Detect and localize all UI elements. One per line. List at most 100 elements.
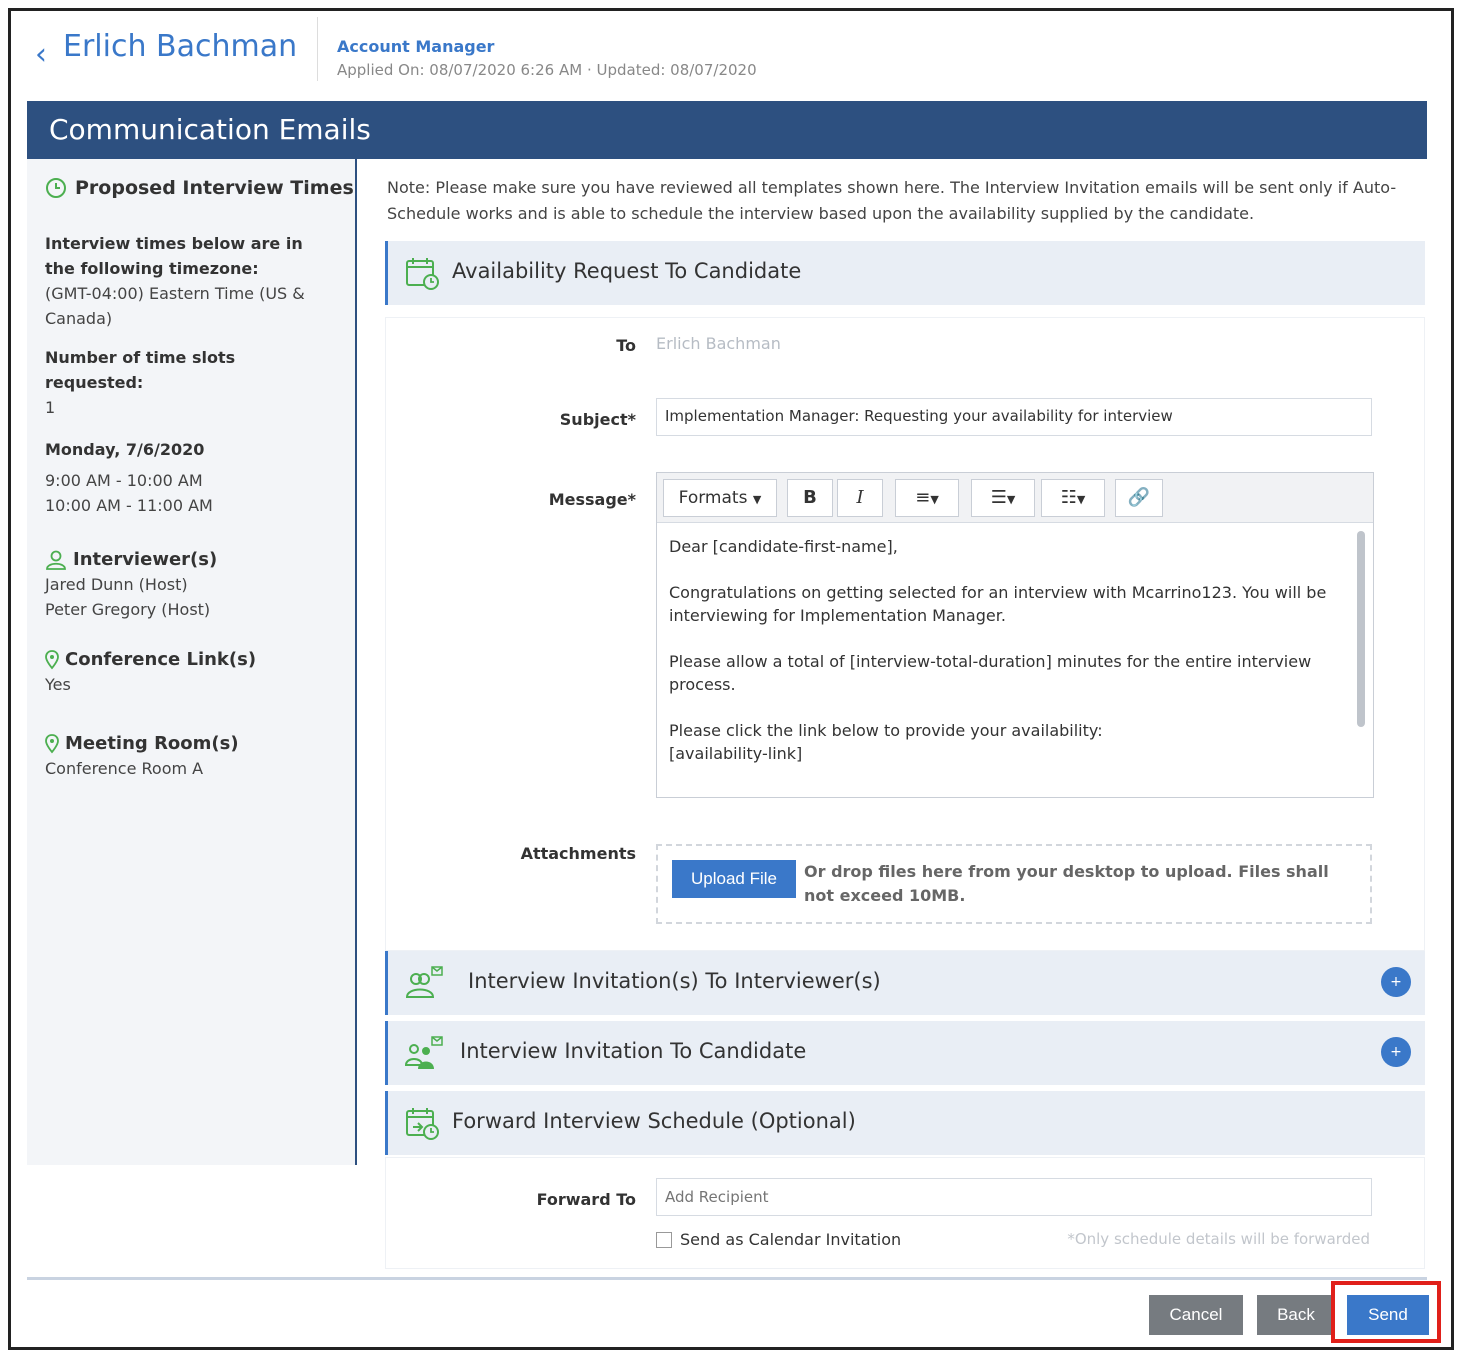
message-paragraph: Please click the link below to provide y…: [669, 721, 1103, 763]
section-title: Forward Interview Schedule (Optional): [452, 1109, 856, 1133]
editor-toolbar: Formats ▼ B I ≡▼ ☰▼ ☷▼ 🔗: [657, 473, 1373, 523]
meeting-room-value: Conference Room A: [45, 759, 204, 778]
timezone-label: Interview times below are in the followi…: [45, 234, 303, 278]
meeting-room-label: Meeting Room(s): [65, 733, 239, 754]
template-note: Note: Please make sure you have reviewed…: [387, 178, 1397, 223]
slots-label: Number of time slots requested:: [45, 348, 236, 392]
to-recipient: Erlich Bachman: [656, 334, 781, 353]
dot-separator: ·: [586, 61, 597, 79]
subject-input[interactable]: Implementation Manager: Requesting your …: [656, 398, 1372, 436]
forward-note: *Only schedule details will be forwarded: [1067, 1230, 1370, 1248]
interviewer-name: Jared Dunn (Host): [45, 575, 188, 594]
calendar-clock-icon: [406, 258, 439, 290]
italic-icon[interactable]: I: [837, 479, 883, 517]
bullet-list-icon[interactable]: ☰▼: [971, 479, 1035, 517]
group-mail-icon: [405, 966, 443, 998]
availability-email-form: To Erlich Bachman Subject* Implementatio…: [385, 317, 1425, 951]
header-divider: [317, 17, 318, 81]
subject-label: Subject*: [386, 410, 636, 429]
conference-label: Conference Link(s): [65, 649, 257, 670]
footer-divider: [27, 1277, 1427, 1280]
time-slot-list: 9:00 AM - 10:00 AM 10:00 AM - 11:00 AM: [45, 468, 335, 518]
location-pin-icon: [45, 733, 59, 753]
expand-plus-icon[interactable]: +: [1381, 967, 1411, 997]
slots-block: Number of time slots requested: 1: [45, 345, 335, 420]
message-paragraph: Please allow a total of [interview-total…: [669, 652, 1312, 694]
section-interviewer-invitation[interactable]: Interview Invitation(s) To Interviewer(s…: [385, 951, 1425, 1015]
interviewers-heading: Interviewer(s): [45, 547, 335, 572]
calendar-invite-checkbox[interactable]: [656, 1231, 672, 1248]
forward-recipient-input[interactable]: [656, 1178, 1372, 1216]
conference-heading: Conference Link(s): [45, 647, 335, 672]
slots-value: 1: [45, 398, 56, 417]
time-slot: 10:00 AM - 11:00 AM: [45, 496, 213, 515]
calendar-forward-icon: [406, 1108, 439, 1140]
section-candidate-invitation[interactable]: Interview Invitation To Candidate +: [385, 1021, 1425, 1085]
message-editor: Formats ▼ B I ≡▼ ☰▼ ☷▼ 🔗 Dear [candidate…: [656, 472, 1374, 798]
applied-on: Applied On: 08/07/2020 6:26 AM: [337, 61, 583, 79]
message-body[interactable]: Dear [candidate-first-name], Congratulat…: [669, 535, 1329, 793]
interviewers-label: Interviewer(s): [73, 549, 218, 570]
page-banner: Communication Emails: [27, 101, 1427, 159]
cancel-button[interactable]: Cancel: [1149, 1295, 1243, 1335]
interviewer-name: Peter Gregory (Host): [45, 600, 211, 619]
formats-dropdown[interactable]: Formats ▼: [663, 479, 777, 517]
editor-scrollbar[interactable]: [1357, 531, 1365, 727]
numbered-list-icon[interactable]: ☷▼: [1041, 479, 1105, 517]
interviewers-block: Interviewer(s) Jared Dunn (Host) Peter G…: [45, 547, 335, 622]
timezone-block: Interview times below are in the followi…: [45, 231, 335, 331]
back-chevron-icon[interactable]: ‹: [35, 37, 47, 72]
sidebar-title: Proposed Interview Times: [45, 177, 354, 199]
to-label: To: [616, 336, 636, 355]
interview-date: Monday, 7/6/2020: [45, 440, 205, 459]
candidate-name[interactable]: Erlich Bachman: [63, 29, 297, 64]
dropzone-hint: Or drop files here from your desktop to …: [804, 862, 1329, 905]
message-paragraph: Dear [candidate-first-name],: [669, 537, 898, 556]
sidebar-title-text: Proposed Interview Times: [75, 177, 354, 199]
timezone-value: (GMT-04:00) Eastern Time (US & Canada): [45, 284, 305, 328]
bold-icon[interactable]: B: [787, 479, 833, 517]
attachments-label: Attachments: [520, 844, 636, 863]
meeting-room-block: Meeting Room(s) Conference Room A: [45, 731, 335, 781]
conference-block: Conference Link(s) Yes: [45, 647, 335, 697]
send-highlight-box: [1331, 1281, 1441, 1343]
link-icon[interactable]: 🔗: [1115, 479, 1163, 517]
upload-file-button[interactable]: Upload File: [672, 860, 796, 898]
message-label-text: Message: [548, 490, 628, 509]
message-paragraph: Congratulations on getting selected for …: [669, 583, 1327, 625]
calendar-invite-label: Send as Calendar Invitation: [680, 1230, 902, 1249]
required-mark: *: [627, 490, 636, 509]
candidate-header: ‹ Erlich Bachman Account Manager Applied…: [11, 11, 1451, 99]
conference-value: Yes: [45, 675, 71, 694]
section-title: Interview Invitation(s) To Interviewer(s…: [468, 969, 881, 993]
formats-label: Formats: [678, 488, 748, 508]
date-block: Monday, 7/6/2020 9:00 AM - 10:00 AM 10:0…: [45, 437, 335, 518]
caret-down-icon: ▼: [752, 493, 762, 506]
back-button[interactable]: Back: [1257, 1295, 1335, 1335]
page-title: Communication Emails: [49, 113, 371, 146]
expand-plus-icon[interactable]: +: [1381, 1037, 1411, 1067]
subject-label-text: Subject: [559, 410, 628, 429]
calendar-invite-option[interactable]: Send as Calendar Invitation: [656, 1230, 901, 1249]
app-window: ‹ Erlich Bachman Account Manager Applied…: [8, 8, 1454, 1350]
application-dates: Applied On: 08/07/2020 6:26 AM · Updated…: [337, 61, 757, 79]
job-title-link[interactable]: Account Manager: [337, 37, 494, 56]
section-forward-schedule[interactable]: Forward Interview Schedule (Optional): [385, 1091, 1425, 1155]
required-mark: *: [627, 410, 636, 429]
person-icon: [46, 550, 66, 570]
message-label: Message*: [386, 490, 636, 509]
meeting-room-heading: Meeting Room(s): [45, 731, 335, 756]
forward-to-label: Forward To: [536, 1190, 636, 1209]
section-title: Availability Request To Candidate: [452, 259, 802, 283]
section-title: Interview Invitation To Candidate: [460, 1039, 807, 1063]
forward-schedule-form: Forward To Send as Calendar Invitation *…: [385, 1157, 1425, 1269]
section-availability-request[interactable]: Availability Request To Candidate: [385, 241, 1425, 305]
align-left-icon[interactable]: ≡▼: [895, 479, 959, 517]
attachment-dropzone[interactable]: Upload File Or drop files here from your…: [656, 844, 1372, 924]
clock-icon: [46, 178, 66, 198]
time-slot: 9:00 AM - 10:00 AM: [45, 471, 203, 490]
person-mail-icon: [404, 1036, 443, 1069]
updated-on: Updated: 08/07/2020: [596, 61, 757, 79]
location-pin-icon: [45, 649, 59, 669]
sidebar: Proposed Interview Times Interview times…: [27, 159, 357, 1165]
